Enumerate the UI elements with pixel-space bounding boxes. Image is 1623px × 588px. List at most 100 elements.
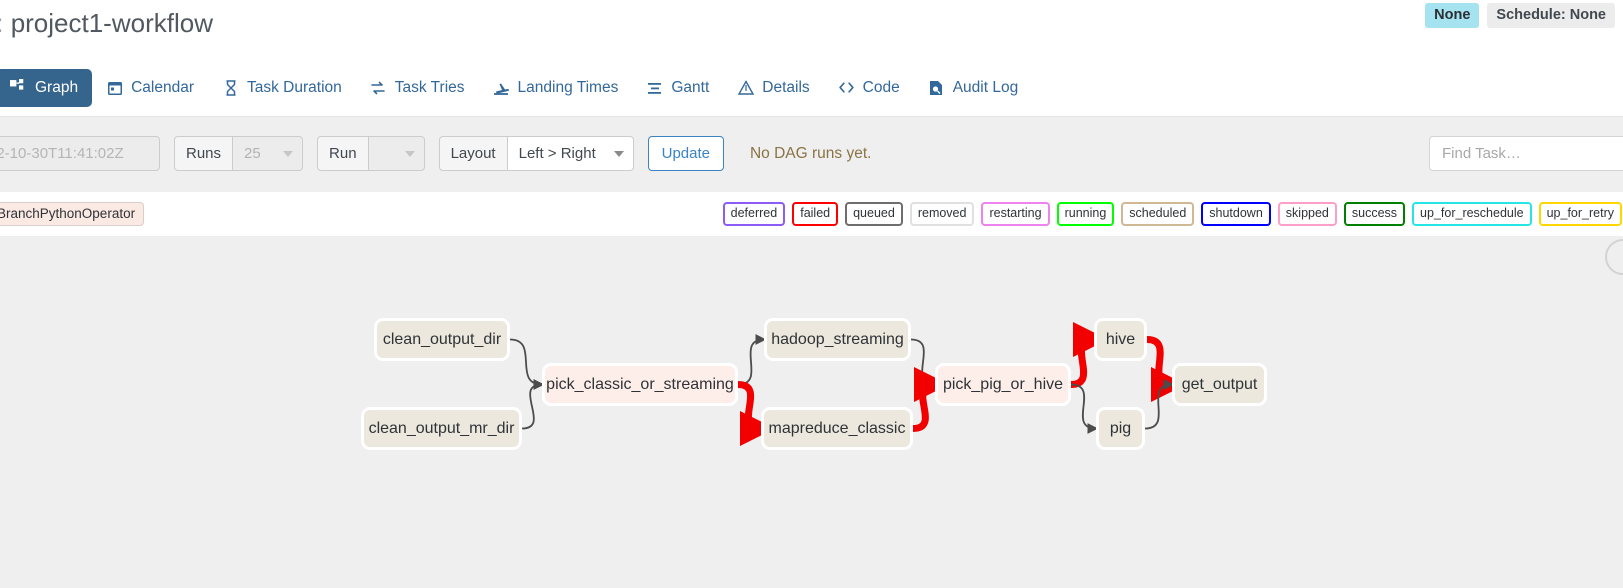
graph-icon [10,79,27,96]
tab-gantt-label: Gantt [671,78,710,96]
graph-node-label: hive [1105,330,1136,348]
status-legend-skipped[interactable]: skipped [1277,202,1337,226]
tab-task-tries-label: Task Tries [394,78,465,96]
graph-node-label: pick_classic_or_streaming [546,375,734,393]
layout-label: Layout [438,136,508,171]
status-legend: deferred failed queued removed restarting run… [722,202,1622,226]
status-legend-deferred[interactable]: deferred [722,202,786,226]
run-label: Run [317,136,369,171]
graph-edge-clean_output_dir-to-pick_classic_or_streaming [509,338,545,390]
graph-node-label: get_output [1181,375,1258,393]
tab-audit-log-label: Audit Log [952,78,1019,96]
view-tabbar: Graph Calendar Task Duration Task Tries … [0,60,1623,115]
tab-code[interactable]: Code [824,69,914,107]
graph-edge-pick_classic_or_streaming-to-hadoop_streaming [737,334,767,386]
status-legend-restarting[interactable]: restarting [981,202,1050,226]
status-legend-up_for_retry[interactable]: up_for_retry [1538,202,1622,226]
tab-graph-label: Graph [35,78,79,96]
tab-calendar-label: Calendar [131,78,194,96]
tab-task-duration-label: Task Duration [247,78,342,96]
graph-edge-clean_output_mr_dir-to-pick_classic_or_streaming [521,379,545,430]
graph-node-label: mapreduce_classic [768,419,906,437]
gantt-icon [646,79,663,96]
graph-node-label: pig [1109,419,1132,437]
operator-legend-branchpythonoperator: BranchPythonOperator [0,202,145,226]
graph-node-pig[interactable]: pig [1096,407,1145,450]
tab-gantt[interactable]: Gantt [632,69,723,107]
graph-node-hive[interactable]: hive [1094,318,1147,361]
tab-details-label: Details [762,78,810,96]
graph-node-clean_output_mr_dir[interactable]: clean_output_mr_dir [361,407,522,450]
graph-node-clean_output_dir[interactable]: clean_output_dir [374,318,510,361]
chevron-down-icon [404,150,415,157]
page-header: G: project1-workflow None Schedule: None [0,0,1623,58]
tab-code-label: Code [862,78,900,96]
status-legend-removed[interactable]: removed [909,202,975,226]
code-brackets-icon [838,79,855,96]
no-dag-runs-message: No DAG runs yet. [749,144,872,162]
hourglass-icon [222,79,239,96]
graph-edge-pick_pig_or_hive-to-pig [1070,383,1099,434]
graph-node-label: hadoop_streaming [771,330,904,348]
runs-group: Runs 25 [174,136,304,171]
status-legend-failed[interactable]: failed [792,202,839,226]
page-title-prefix: G: [0,8,3,38]
status-legend-success[interactable]: success [1343,202,1406,226]
graph-edge-pick_pig_or_hive-to-hive [1070,322,1108,388]
graph-edge-pig-to-get_output [1144,379,1175,430]
warning-triangle-icon [737,79,754,96]
graph-edge-hive-to-get_output [1146,336,1186,402]
graph-node-hadoop_streaming[interactable]: hadoop_streaming [764,318,911,361]
tab-task-duration[interactable]: Task Duration [208,69,356,107]
tab-graph[interactable]: Graph [0,68,93,107]
run-select[interactable] [368,136,425,171]
audit-log-icon [928,79,945,96]
layout-select-value: Left > Right [518,145,596,162]
find-task-input[interactable]: Find Task… [1429,136,1623,171]
graph-node-label: clean_output_dir [382,330,502,348]
tab-task-tries[interactable]: Task Tries [356,69,479,107]
page-title-text: project1-workflow [10,8,213,38]
tab-details[interactable]: Details [723,69,823,107]
graph-node-mapreduce_classic[interactable]: mapreduce_classic [761,407,913,450]
header-badges: None Schedule: None [1425,3,1615,29]
legend-bar: BranchPythonOperator deferred failed queue… [0,192,1623,236]
run-group: Run [317,136,425,171]
calendar-icon [106,79,123,96]
graph-node-label: clean_output_mr_dir [368,419,515,437]
graph-edge-hadoop_streaming-to-pick_pig_or_hive [910,338,938,390]
chevron-down-icon [613,150,624,157]
status-legend-shutdown[interactable]: shutdown [1201,202,1271,226]
layout-group: Layout Left > Right [438,136,634,171]
landing-icon [493,79,510,96]
dag-graph-page: G: project1-workflow None Schedule: None… [0,0,1623,588]
graph-node-pick_pig_or_hive[interactable]: pick_pig_or_hive [935,363,1071,406]
chevron-down-icon [283,150,294,157]
schedule-badge: Schedule: None [1487,3,1615,29]
page-title: G: project1-workflow [0,8,213,39]
tab-audit-log[interactable]: Audit Log [914,69,1033,107]
execution-date-input[interactable]: 22-10-30T11:41:02Z [0,136,160,171]
graph-node-get_output[interactable]: get_output [1172,363,1267,406]
graph-node-pick_classic_or_streaming[interactable]: pick_classic_or_streaming [542,363,738,406]
graph-node-label: pick_pig_or_hive [942,375,1064,393]
status-badge-none: None [1425,3,1480,29]
status-legend-running[interactable]: running [1056,202,1115,226]
toolbar-controls: 22-10-30T11:41:02Z Runs 25 Run Layout Le… [0,136,871,171]
layout-select[interactable]: Left > Right [507,136,634,171]
graph-edge-mapreduce_classic-to-pick_pig_or_hive [912,367,949,432]
runs-label: Runs [174,136,234,171]
update-button[interactable]: Update [647,136,724,171]
status-legend-scheduled[interactable]: scheduled [1121,202,1195,226]
tab-landing-times-label: Landing Times [517,78,619,96]
runs-select[interactable]: 25 [233,136,304,171]
runs-select-value: 25 [244,145,261,162]
status-legend-up_for_reschedule[interactable]: up_for_reschedule [1412,202,1532,226]
graph-toolbar: 22-10-30T11:41:02Z Runs 25 Run Layout Le… [0,116,1623,192]
tab-landing-times[interactable]: Landing Times [479,69,633,107]
retry-icon [370,79,387,96]
tab-calendar[interactable]: Calendar [92,69,208,107]
graph-canvas[interactable]: clean_output_dir clean_output_mr_dir pick_… [0,236,1623,588]
graph-edge-pick_classic_or_streaming-to-mapreduce_classic [737,381,775,446]
status-legend-queued[interactable]: queued [845,202,903,226]
